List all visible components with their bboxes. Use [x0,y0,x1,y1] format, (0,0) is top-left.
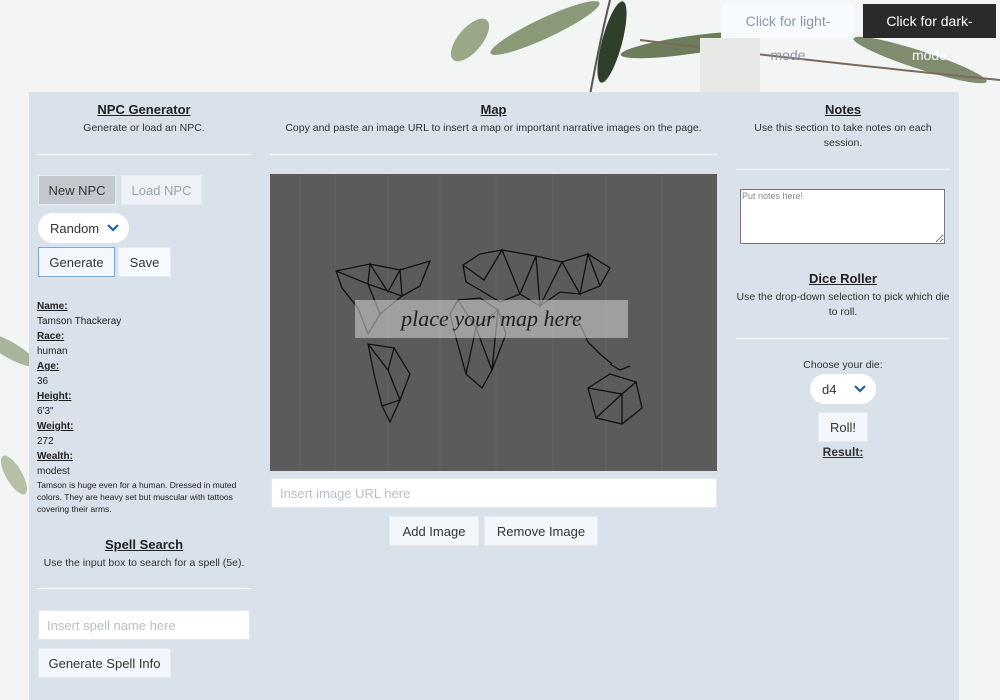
notes-description: Use this section to take notes on each s… [754,122,932,149]
chevron-down-icon [854,385,866,393]
die-select[interactable]: d4 [810,374,876,404]
age-value: 36 [37,376,49,387]
npc-description: Generate or load an NPC. [83,122,205,134]
map-title: Map [480,102,507,117]
roll-button[interactable]: Roll! [818,412,868,442]
light-mode-button[interactable]: Click for light-mode [721,4,855,63]
spell-search-title: Spell Search [104,537,184,552]
map-description: Copy and paste an image URL to insert a … [285,122,702,134]
npc-type-value: Random [50,220,100,236]
weight-value: 272 [37,436,54,447]
spell-search-input[interactable] [38,610,250,640]
race-value: human [37,346,68,357]
die-value: d4 [822,381,837,397]
dark-mode-button[interactable]: Click for dark-mode [863,4,996,63]
divider [736,169,950,170]
npc-type-select[interactable]: Random [38,213,129,243]
weight-label: Weight: [37,421,74,432]
image-url-input[interactable] [271,478,717,508]
npc-details: Name: Tamson Thackeray Race: human Age: … [37,299,251,515]
remove-image-button[interactable]: Remove Image [484,516,598,546]
add-image-button[interactable]: Add Image [389,516,479,546]
npc-title: NPC Generator [97,102,191,117]
dice-roller-title: Dice Roller [809,271,877,286]
spell-search-description: Use the input box to search for a spell … [43,557,245,569]
notes-textarea[interactable] [740,189,945,244]
wealth-label: Wealth: [37,451,73,462]
choose-die-label: Choose your die: [803,359,883,371]
map-image: place your map here [270,174,717,471]
divider [37,588,251,589]
generate-spell-button[interactable]: Generate Spell Info [38,648,171,678]
divider [270,154,717,155]
divider [736,338,950,339]
age-label: Age: [37,361,60,372]
load-npc-button[interactable]: Load NPC [121,175,202,205]
chevron-down-icon [107,224,119,232]
height-value: 6'3" [37,406,54,417]
save-npc-button[interactable]: Save [118,247,171,277]
new-npc-button[interactable]: New NPC [38,175,116,205]
generate-npc-button[interactable]: Generate [38,247,115,277]
notes-title: Notes [824,102,862,117]
height-label: Height: [37,391,72,402]
map-caption: place your map here [355,300,628,338]
wealth-value: modest [37,466,70,477]
race-label: Race: [37,331,65,342]
dice-roller-description: Use the drop-down selection to pick whic… [736,291,950,318]
name-label: Name: [37,301,68,312]
main-panel: NPC Generator Generate or load an NPC. N… [29,92,959,700]
npc-bio: Tamson is huge even for a human. Dressed… [37,480,237,514]
result-label: Result: [822,445,864,459]
divider [37,154,251,155]
name-value: Tamson Thackeray [37,316,122,327]
